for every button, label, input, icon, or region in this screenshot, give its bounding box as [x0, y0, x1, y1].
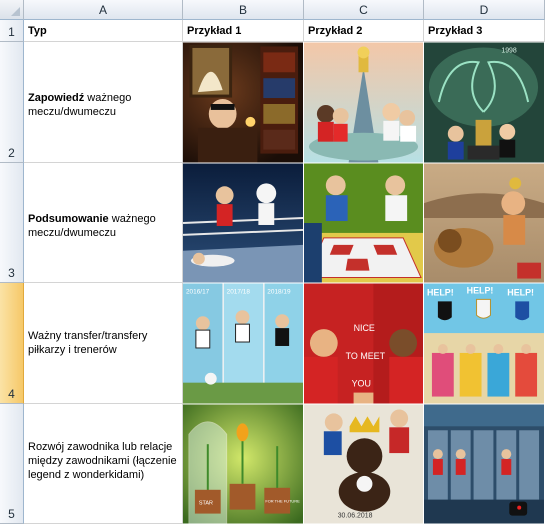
- season-label-2: 2017/18: [227, 288, 251, 295]
- column-header-a[interactable]: A: [24, 0, 183, 20]
- image-preview-help-beach[interactable]: HELP! HELP! HELP!: [424, 283, 545, 404]
- header-example-2: Przykład 2: [308, 25, 363, 37]
- image-preview-chess-match[interactable]: [304, 163, 424, 283]
- pot-label-star: STAR: [199, 501, 213, 507]
- header-type: Typ: [28, 25, 47, 37]
- locker-room-illustration: [424, 404, 544, 524]
- date-text: 30.06.2018: [338, 513, 373, 520]
- image-preview-locker-room[interactable]: [424, 404, 545, 524]
- spreadsheet: A B C D 1 2 3 4 5 Typ Przykład 1 Przykła…: [0, 0, 547, 524]
- type-text: Ważny transfer/transfery piłkarzy i tren…: [28, 329, 178, 357]
- cell-b1[interactable]: Przykład 1: [183, 20, 304, 42]
- chess-1998-illustration: 1998: [424, 42, 544, 163]
- type-text: Zapowiedź ważnego meczu/dwumeczu: [28, 91, 178, 119]
- library-illustration: [183, 42, 303, 163]
- nice-to-meet-you-illustration: NICE TO MEET YOU: [304, 283, 423, 404]
- column-header-c[interactable]: C: [304, 0, 424, 20]
- cell-d1[interactable]: Przykład 3: [424, 20, 545, 42]
- nice-text: NICE: [354, 323, 375, 333]
- select-all-icon: [11, 7, 20, 16]
- column-header-d[interactable]: D: [424, 0, 545, 20]
- cell-c1[interactable]: Przykład 2: [304, 20, 424, 42]
- mountain-illustration: [304, 42, 423, 163]
- row-header-1[interactable]: 1: [0, 20, 24, 42]
- flower-pots-illustration: STAR FOR THE FUTURE: [183, 404, 303, 524]
- type-rest: Rozwój zawodnika lub relacje między zawo…: [28, 441, 177, 481]
- type-rest: Ważny transfer/transfery piłkarzy i tren…: [28, 330, 148, 356]
- row-header-4[interactable]: 4: [0, 283, 24, 404]
- image-preview-flower-pots[interactable]: STAR FOR THE FUTURE: [183, 404, 304, 524]
- image-preview-crown-child[interactable]: 30.06.2018: [304, 404, 424, 524]
- type-text: Podsumowanie ważnego meczu/dwumeczu: [28, 212, 178, 240]
- help-text-2: HELP!: [467, 285, 494, 295]
- help-text-3: HELP!: [507, 287, 534, 297]
- row-header-2[interactable]: 2: [0, 42, 24, 163]
- image-preview-mountain[interactable]: [304, 42, 424, 163]
- row-number: 2: [8, 146, 15, 160]
- pot-label-future: FOR THE FUTURE: [265, 499, 300, 504]
- cell-a4[interactable]: Ważny transfer/transfery piłkarzy i tren…: [24, 283, 183, 404]
- you-text: YOU: [352, 379, 371, 389]
- transfer-timeline-illustration: 2016/17 2017/18 2018/19: [183, 283, 303, 404]
- image-preview-nice-to-meet-you[interactable]: NICE TO MEET YOU: [304, 283, 424, 404]
- image-preview-chess-1998[interactable]: 1998: [424, 42, 545, 163]
- year-1998-text: 1998: [501, 47, 517, 54]
- image-preview-gladiator-lion[interactable]: [424, 163, 545, 283]
- help-beach-illustration: HELP! HELP! HELP!: [424, 283, 544, 404]
- boxing-illustration: [183, 163, 303, 283]
- image-preview-transfer-timeline[interactable]: 2016/17 2017/18 2018/19: [183, 283, 304, 404]
- to-meet-text: TO MEET: [346, 351, 386, 361]
- header-example-1: Przykład 1: [187, 25, 242, 37]
- row-header-5[interactable]: 5: [0, 404, 24, 524]
- cell-a5[interactable]: Rozwój zawodnika lub relacje między zawo…: [24, 404, 183, 524]
- column-header-b[interactable]: B: [183, 0, 304, 20]
- row-number: 3: [8, 266, 15, 280]
- image-preview-boxing-ring[interactable]: [183, 163, 304, 283]
- cell-a3[interactable]: Podsumowanie ważnego meczu/dwumeczu: [24, 163, 183, 283]
- season-label-1: 2016/17: [186, 288, 210, 295]
- season-label-3: 2018/19: [267, 288, 291, 295]
- row-number: 4: [8, 387, 15, 401]
- cell-a1[interactable]: Typ: [24, 20, 183, 42]
- gladiator-illustration: [424, 163, 544, 283]
- help-text-1: HELP!: [427, 287, 454, 297]
- header-example-3: Przykład 3: [428, 25, 483, 37]
- image-preview-library[interactable]: [183, 42, 304, 163]
- chess-match-illustration: [304, 163, 423, 283]
- cell-a2[interactable]: Zapowiedź ważnego meczu/dwumeczu: [24, 42, 183, 163]
- crown-child-illustration: 30.06.2018: [304, 404, 423, 524]
- type-bold: Zapowiedź: [28, 92, 85, 104]
- select-all-corner[interactable]: [0, 0, 24, 20]
- type-text: Rozwój zawodnika lub relacje między zawo…: [28, 440, 178, 482]
- type-bold: Podsumowanie: [28, 213, 109, 225]
- row-header-3[interactable]: 3: [0, 163, 24, 283]
- row-number: 1: [8, 25, 15, 39]
- row-number: 5: [8, 507, 15, 521]
